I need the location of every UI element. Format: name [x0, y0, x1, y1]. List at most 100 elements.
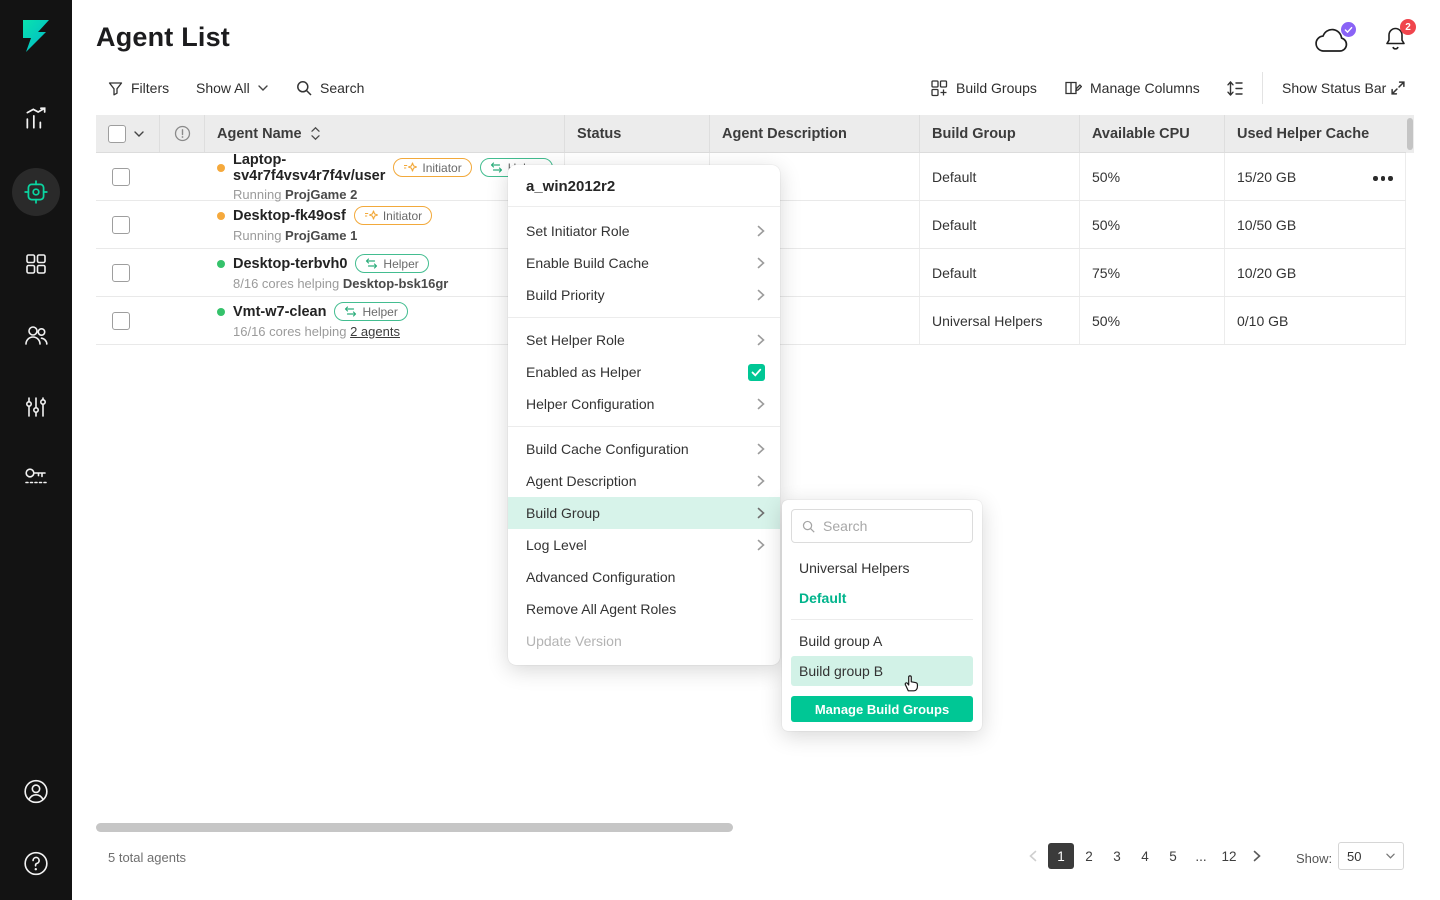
build-group-option-default[interactable]: Default: [791, 583, 973, 613]
show-all-dropdown[interactable]: Show All: [196, 75, 268, 101]
subtext-prefix: Running: [233, 187, 285, 202]
menu-item-set-helper-role[interactable]: Set Helper Role: [508, 324, 780, 356]
chevron-right-icon: [757, 257, 765, 269]
menu-item-helper-configuration[interactable]: Helper Configuration: [508, 388, 780, 420]
page-button-2[interactable]: 2: [1076, 843, 1102, 869]
initiator-icon: [364, 210, 378, 221]
row-actions-kebab[interactable]: [1373, 176, 1393, 181]
row-density-button[interactable]: [1226, 75, 1244, 101]
agent-subtext: Running ProjGame 1: [233, 228, 357, 243]
page-button-5[interactable]: 5: [1160, 843, 1186, 869]
chevron-right-icon: [757, 225, 765, 237]
search-input[interactable]: [823, 518, 962, 534]
notifications-button[interactable]: 2: [1384, 26, 1408, 54]
column-header-build-group[interactable]: Build Group: [920, 115, 1080, 152]
subtext-prefix: Running: [233, 228, 285, 243]
row-checkbox[interactable]: [112, 168, 130, 186]
check-icon: [751, 368, 762, 377]
vertical-scrollbar-thumb[interactable]: [1407, 118, 1413, 150]
brand-logo-icon: [19, 17, 53, 55]
build-group-option-universal-helpers[interactable]: Universal Helpers: [791, 553, 973, 583]
help-button[interactable]: [23, 850, 49, 876]
row-checkbox[interactable]: [112, 312, 130, 330]
user-avatar[interactable]: [23, 778, 49, 804]
show-status-bar-button[interactable]: Show Status Bar: [1282, 75, 1386, 101]
column-header-cache[interactable]: Used Helper Cache: [1225, 115, 1406, 152]
row-checkbox[interactable]: [112, 216, 130, 234]
column-header-status[interactable]: Status: [565, 115, 710, 152]
check-icon: [1344, 26, 1353, 34]
menu-item-label: Enable Build Cache: [526, 255, 649, 271]
build-groups-button[interactable]: Build Groups: [930, 75, 1037, 101]
sort-arrows-icon[interactable]: [310, 126, 321, 141]
sidebar-item-dashboard[interactable]: [23, 105, 49, 131]
menu-item-build-group[interactable]: Build Group: [508, 497, 780, 529]
sidebar-item-views[interactable]: [23, 251, 49, 277]
filters-button[interactable]: Filters: [108, 75, 169, 101]
prev-page-button[interactable]: [1020, 843, 1046, 869]
menu-item-build-cache-configuration[interactable]: Build Cache Configuration: [508, 433, 780, 465]
page-button-3[interactable]: 3: [1104, 843, 1130, 869]
select-all-cell: [96, 115, 160, 152]
next-page-button[interactable]: [1244, 843, 1270, 869]
menu-item-enabled-as-helper[interactable]: Enabled as Helper: [508, 356, 780, 388]
status-dot: [217, 260, 225, 268]
agent-name: Vmt-w7-clean: [233, 304, 326, 320]
column-header-description[interactable]: Agent Description: [710, 115, 920, 152]
checked-checkbox[interactable]: [748, 364, 765, 381]
manage-build-groups-button[interactable]: Manage Build Groups: [791, 696, 973, 722]
select-all-checkbox[interactable]: [108, 125, 126, 143]
row-checkbox[interactable]: [112, 264, 130, 282]
show-status-bar-label: Show Status Bar: [1282, 80, 1386, 96]
agent-context-menu: a_win2012r2 Set Initiator Role Enable Bu…: [508, 165, 780, 665]
column-header-agent-name[interactable]: Agent Name: [205, 115, 565, 152]
filter-icon: [108, 81, 123, 96]
sidebar-item-users[interactable]: [23, 322, 49, 348]
menu-item-remove-all-agent-roles[interactable]: Remove All Agent Roles: [508, 593, 780, 625]
menu-item-label: Update Version: [526, 633, 622, 649]
build-groups-icon: [930, 79, 948, 97]
page-button-1[interactable]: 1: [1048, 843, 1074, 869]
sidebar-item-licenses[interactable]: [23, 464, 49, 490]
menu-item-log-level[interactable]: Log Level: [508, 529, 780, 561]
build-group-option-b[interactable]: Build group B: [791, 656, 973, 686]
cloud-status-button[interactable]: [1314, 28, 1352, 56]
chevron-right-icon: [757, 398, 765, 410]
page-size-select[interactable]: 50: [1338, 842, 1404, 870]
menu-item-advanced-configuration[interactable]: Advanced Configuration: [508, 561, 780, 593]
search-label: Search: [320, 80, 364, 96]
cpu-cell: 75%: [1080, 249, 1225, 296]
subtext-prefix: 16/16 cores helping: [233, 324, 350, 339]
app-logo[interactable]: [0, 0, 72, 72]
helped-agents-link[interactable]: 2 agents: [350, 324, 400, 339]
avatar-icon: [23, 778, 49, 805]
build-group-cell: Default: [920, 201, 1080, 248]
chevron-right-icon: [1253, 850, 1261, 862]
menu-item-set-initiator-role[interactable]: Set Initiator Role: [508, 215, 780, 247]
page-button-4[interactable]: 4: [1132, 843, 1158, 869]
menu-item-agent-description[interactable]: Agent Description: [508, 465, 780, 497]
menu-item-label: Set Initiator Role: [526, 223, 630, 239]
column-header-cpu[interactable]: Available CPU: [1080, 115, 1225, 152]
chevron-left-icon: [1029, 850, 1037, 862]
build-group-submenu: Universal Helpers Default Build group A …: [782, 500, 982, 731]
menu-item-enable-build-cache[interactable]: Enable Build Cache: [508, 247, 780, 279]
horizontal-scrollbar-thumb[interactable]: [96, 823, 733, 832]
helper-badge: Helper: [334, 302, 407, 321]
menu-item-build-priority[interactable]: Build Priority: [508, 279, 780, 311]
sidebar-item-agents[interactable]: [12, 168, 60, 216]
expand-button[interactable]: [1390, 75, 1406, 101]
sidebar-item-settings[interactable]: [23, 394, 49, 420]
search-button[interactable]: Search: [296, 75, 364, 101]
total-agents-label: 5 total agents: [108, 850, 186, 865]
subtext-prefix: 8/16 cores helping: [233, 276, 343, 291]
select-menu-chevron-icon[interactable]: [134, 131, 144, 137]
question-icon: [23, 850, 49, 877]
alerts-column-header[interactable]: [160, 115, 205, 152]
build-group-cell: Default: [920, 153, 1080, 200]
build-group-search[interactable]: [791, 509, 973, 543]
manage-columns-button[interactable]: Manage Columns: [1064, 75, 1200, 101]
page-button-12[interactable]: 12: [1216, 843, 1242, 869]
build-group-option-a[interactable]: Build group A: [791, 626, 973, 656]
subtext-project: ProjGame 1: [285, 228, 357, 243]
